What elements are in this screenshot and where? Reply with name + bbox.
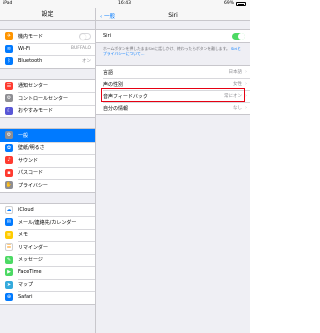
- chevron-right-icon: ›: [245, 81, 247, 87]
- airplane-mode-toggle[interactable]: [79, 33, 91, 40]
- sidebar-item[interactable]: ⊕ Safari: [0, 291, 95, 304]
- sidebar-item-label: 通知センター: [18, 83, 49, 90]
- battery-percent: 69%: [223, 1, 234, 6]
- siri-option-label: 自分の情報: [103, 105, 129, 112]
- sidebar-item[interactable]: ✿ 壁紙/明るさ: [0, 142, 95, 155]
- chevron-right-icon: ›: [245, 105, 247, 111]
- sidebar-item-label: 機内モード: [18, 33, 44, 40]
- sidebar-item-value: オン: [82, 59, 91, 65]
- sidebar-group: ✈ 機内モード ≋ Wi-Fi BUFFALO ᛒ Bluetooth オン: [0, 29, 95, 69]
- mail-icon: ✉: [5, 218, 13, 227]
- sidebar-item-label: Safari: [18, 294, 33, 301]
- sidebar-item-label: サウンド: [18, 157, 39, 164]
- wifi-icon: ≋: [5, 44, 13, 53]
- siri-option-value: なし: [233, 106, 242, 111]
- sidebar-item[interactable]: ✈ 機内モード: [0, 30, 95, 43]
- sidebar-item-label: 一般: [18, 132, 29, 139]
- sidebar-item-label: Wi-Fi: [18, 45, 30, 52]
- facetime-icon: ▶: [5, 268, 13, 277]
- icloud-icon: ☁: [5, 205, 13, 214]
- sidebar-item-label: Bluetooth: [18, 58, 43, 65]
- messages-icon: ✎: [5, 255, 13, 264]
- safari-icon: ⊕: [5, 293, 13, 302]
- maps-icon: ➤: [5, 280, 13, 289]
- passcode-icon: ▪: [5, 168, 13, 177]
- siri-option-label: 言語: [103, 69, 114, 76]
- siri-footnote: ホームボタンを押したままSiriに話しかけ、終わったらボタンを離します。 Sir…: [96, 43, 250, 60]
- sidebar-item[interactable]: ▪ パスコード: [0, 167, 95, 180]
- gear-icon: ⚙: [5, 131, 13, 140]
- sidebar-item-label: メモ: [18, 232, 29, 239]
- control-center-icon: ⚙: [5, 94, 13, 103]
- notes-icon: ≡: [5, 230, 13, 239]
- wallpaper-icon: ✿: [5, 143, 13, 152]
- device-label: iPad: [3, 1, 13, 6]
- nav-bar: ‹ 一般 Siri: [96, 8, 250, 21]
- sidebar-item[interactable]: ☰ リマインダー: [0, 241, 95, 254]
- sidebar-title: 設定: [0, 8, 95, 21]
- sidebar-item[interactable]: ✉ メール/連絡先/カレンダー: [0, 216, 95, 229]
- siri-toggle-row: Siri: [96, 30, 250, 42]
- sidebar-item-label: プライバシー: [18, 182, 48, 189]
- sidebar-item[interactable]: ☾ おやすみモード: [0, 105, 95, 118]
- sidebar-item[interactable]: ☰ 通知センター: [0, 80, 95, 93]
- sidebar-item-label: FaceTime: [18, 269, 42, 276]
- chevron-right-icon: ›: [245, 69, 247, 75]
- sidebar-item[interactable]: ▶ FaceTime: [0, 266, 95, 279]
- clock: 16:43: [118, 1, 131, 6]
- sidebar-item-value: BUFFALO: [70, 46, 91, 52]
- page-title: Siri: [168, 11, 178, 19]
- siri-option-label: 声の性別: [103, 81, 124, 88]
- sidebar-item-label: コントロールセンター: [18, 95, 69, 102]
- sidebar-item[interactable]: ᛒ Bluetooth オン: [0, 55, 95, 68]
- siri-toggle[interactable]: [232, 32, 245, 40]
- sidebar-item[interactable]: ➤ マップ: [0, 279, 95, 292]
- sidebar-group: ⚙ 一般 ✿ 壁紙/明るさ ♪ サウンド ▪ パスコード ✋ プライバシー: [0, 128, 95, 193]
- sidebar-item-label: 壁紙/明るさ: [18, 145, 45, 152]
- sidebar-item[interactable]: ☁ iCloud: [0, 204, 95, 217]
- bluetooth-icon: ᛒ: [5, 57, 13, 66]
- sidebar-item-label: メッセージ: [18, 257, 43, 264]
- sound-icon: ♪: [5, 156, 13, 165]
- sidebar-item[interactable]: ♪ サウンド: [0, 154, 95, 167]
- settings-sidebar: 設定 ✈ 機内モード ≋ Wi-Fi BUFFALO ᛒ Bluetooth オン ☰ 通知センタ…: [0, 8, 96, 333]
- siri-toggle-group: Siri: [96, 29, 250, 43]
- reminders-icon: ☰: [5, 243, 13, 252]
- sidebar-item-label: メール/連絡先/カレンダー: [18, 219, 77, 226]
- siri-option-value: 女性: [233, 82, 242, 87]
- sidebar-item[interactable]: ≡ メモ: [0, 229, 95, 242]
- chevron-right-icon: ›: [245, 93, 247, 99]
- sidebar-group: ☁ iCloud ✉ メール/連絡先/カレンダー ≡ メモ ☰ リマインダー ✎ メッセージ ▶ Fa…: [0, 202, 95, 305]
- sidebar-item[interactable]: ✎ メッセージ: [0, 254, 95, 267]
- airplane-icon: ✈: [5, 32, 13, 41]
- sidebar-item-label: おやすみモード: [18, 108, 54, 115]
- sidebar-groups: ✈ 機内モード ≋ Wi-Fi BUFFALO ᛒ Bluetooth オン ☰ 通知センター ⚙ コ…: [0, 21, 95, 305]
- sidebar-item-label: iCloud: [18, 206, 34, 213]
- battery-icon: [236, 2, 246, 6]
- sidebar-item[interactable]: ≋ Wi-Fi BUFFALO: [0, 43, 95, 56]
- siri-label: Siri: [103, 33, 112, 39]
- sidebar-item[interactable]: ⚙ コントロールセンター: [0, 92, 95, 105]
- voice-gender-highlight-box: [101, 88, 245, 102]
- siri-option-row[interactable]: 言語 日本語 ›: [96, 66, 250, 78]
- siri-option-value: 日本語: [228, 70, 243, 75]
- sidebar-item[interactable]: ✋ プライバシー: [0, 179, 95, 192]
- sidebar-group: ☰ 通知センター ⚙ コントロールセンター ☾ おやすみモード: [0, 78, 95, 118]
- notification-center-icon: ☰: [5, 81, 13, 90]
- sidebar-item-label: マップ: [18, 282, 34, 289]
- sidebar-item-label: リマインダー: [18, 244, 49, 251]
- sidebar-item-label: パスコード: [18, 170, 44, 177]
- do-not-disturb-icon: ☾: [5, 106, 13, 115]
- status-bar: iPad 16:43 69%: [0, 0, 250, 8]
- toggle-knob: [80, 34, 86, 40]
- siri-settings-pane: ‹ 一般 Siri Siri ホームボタンを押したままSiriに話しかけ、終わっ…: [96, 8, 250, 333]
- siri-option-row[interactable]: 自分の情報 なし ›: [96, 102, 250, 114]
- privacy-hand-icon: ✋: [5, 181, 13, 190]
- sidebar-item[interactable]: ⚙ 一般: [0, 129, 95, 142]
